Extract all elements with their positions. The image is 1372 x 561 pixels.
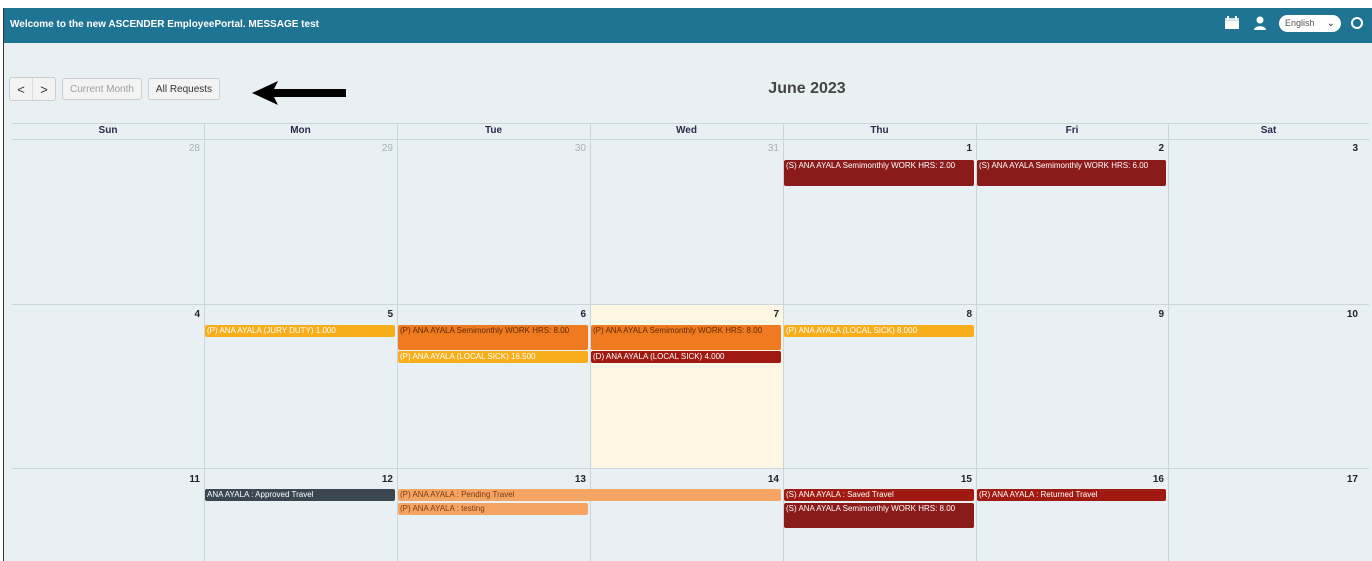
calendar-event[interactable]: (P) ANA AYALA (JURY DUTY) 1.000 bbox=[205, 325, 395, 337]
user-icon[interactable] bbox=[1251, 14, 1269, 32]
grid-line bbox=[12, 468, 1369, 469]
day-number[interactable]: 2 bbox=[1140, 143, 1164, 154]
calendar-event[interactable]: (P) ANA AYALA : testing bbox=[398, 503, 588, 515]
day-number[interactable]: 13 bbox=[562, 474, 586, 485]
chevron-down-icon: ⌄ bbox=[1326, 17, 1335, 29]
top-bar: Welcome to the new ASCENDER EmployeePort… bbox=[4, 8, 1372, 43]
day-number[interactable]: 17 bbox=[1334, 474, 1358, 485]
grid-line bbox=[1168, 123, 1169, 561]
calendar-event[interactable]: (D) ANA AYALA (LOCAL SICK) 4.000 bbox=[591, 351, 781, 363]
next-month-button[interactable]: > bbox=[32, 78, 55, 100]
day-number[interactable]: 1 bbox=[948, 143, 972, 154]
day-number[interactable]: 8 bbox=[948, 309, 972, 320]
grid-line bbox=[12, 123, 1369, 124]
weekday-fri: Fri bbox=[976, 123, 1168, 140]
grid-line bbox=[12, 304, 1369, 305]
all-requests-button[interactable]: All Requests bbox=[147, 78, 221, 100]
day-number[interactable]: 12 bbox=[369, 474, 393, 485]
calendar-icon[interactable] bbox=[1223, 14, 1241, 32]
day-number[interactable]: 16 bbox=[1140, 474, 1164, 485]
day-number[interactable]: 7 bbox=[755, 309, 779, 320]
pointer-arrow-icon bbox=[252, 81, 346, 105]
day-number[interactable]: 6 bbox=[562, 309, 586, 320]
day-number[interactable]: 11 bbox=[176, 474, 200, 485]
calendar-event[interactable]: (P) ANA AYALA (LOCAL SICK) 16.500 bbox=[398, 351, 588, 363]
calendar-event[interactable]: (P) ANA AYALA Semimonthly WORK HRS: 8.00 bbox=[398, 325, 588, 350]
calendar-event[interactable]: (P) ANA AYALA Semimonthly WORK HRS: 8.00 bbox=[591, 325, 781, 350]
weekday-mon: Mon bbox=[204, 123, 397, 140]
day-number[interactable]: 31 bbox=[755, 143, 779, 154]
weekday-sun: Sun bbox=[12, 123, 204, 140]
calendar-event[interactable]: (S) ANA AYALA : Saved Travel bbox=[784, 489, 974, 501]
day-number[interactable]: 9 bbox=[1140, 309, 1164, 320]
calendar-event[interactable]: (P) ANA AYALA (LOCAL SICK) 8.000 bbox=[784, 325, 974, 337]
calendar-event[interactable]: (S) ANA AYALA Semimonthly WORK HRS: 8.00 bbox=[784, 503, 974, 528]
day-number[interactable]: 14 bbox=[755, 474, 779, 485]
calendar-event[interactable]: ANA AYALA : Approved Travel bbox=[205, 489, 395, 501]
day-number[interactable]: 15 bbox=[948, 474, 972, 485]
circle-icon[interactable] bbox=[1351, 17, 1363, 29]
weekday-tue: Tue bbox=[397, 123, 590, 140]
language-value: English bbox=[1285, 18, 1315, 28]
prev-month-button[interactable]: < bbox=[10, 78, 32, 100]
weekday-thu: Thu bbox=[783, 123, 976, 140]
day-number[interactable]: 4 bbox=[176, 309, 200, 320]
day-number[interactable]: 30 bbox=[562, 143, 586, 154]
day-number[interactable]: 29 bbox=[369, 143, 393, 154]
weekday-wed: Wed bbox=[590, 123, 783, 140]
calendar-event[interactable]: (R) ANA AYALA : Returned Travel bbox=[977, 489, 1166, 501]
day-number[interactable]: 28 bbox=[176, 143, 200, 154]
welcome-message: Welcome to the new ASCENDER EmployeePort… bbox=[10, 19, 319, 30]
weekday-sat: Sat bbox=[1168, 123, 1369, 140]
calendar-event[interactable]: (P) ANA AYALA : Pending Travel bbox=[398, 489, 781, 501]
top-icons: English ⌄ bbox=[1223, 14, 1363, 32]
day-number[interactable]: 5 bbox=[369, 309, 393, 320]
current-month-button[interactable]: Current Month bbox=[62, 78, 142, 100]
calendar-toolbar: < > Current Month All Requests bbox=[9, 77, 221, 101]
calendar-event[interactable]: (S) ANA AYALA Semimonthly WORK HRS: 2.00 bbox=[784, 160, 974, 186]
day-number[interactable]: 10 bbox=[1334, 309, 1358, 320]
month-title: June 2023 bbox=[768, 80, 846, 97]
month-nav: < > bbox=[9, 77, 56, 101]
calendar-event[interactable]: (S) ANA AYALA Semimonthly WORK HRS: 6.00 bbox=[977, 160, 1166, 186]
language-select[interactable]: English ⌄ bbox=[1279, 14, 1341, 32]
day-number[interactable]: 3 bbox=[1334, 143, 1358, 154]
